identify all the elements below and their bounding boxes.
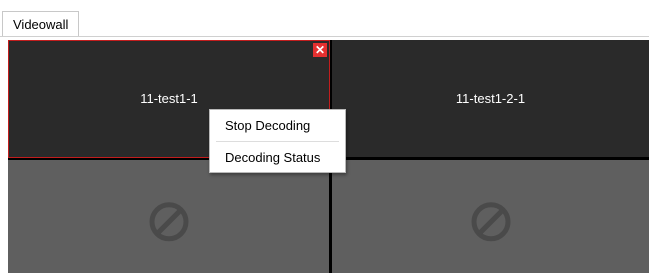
wall-cell-label: 11-test1-2-1: [455, 90, 526, 106]
context-menu: Stop Decoding Decoding Status: [209, 109, 346, 173]
tab-divider: [0, 36, 649, 37]
videowall-window: Videowall 11-test1-1 ✕ 11-test1-2-1 Stop…: [0, 0, 649, 273]
decoding-status-menu-item[interactable]: Decoding Status: [210, 143, 345, 173]
wall-cell-empty[interactable]: [332, 160, 649, 273]
tab-videowall[interactable]: Videowall: [2, 11, 80, 36]
no-signal-icon: [471, 201, 510, 241]
stop-decoding-menu-item[interactable]: Stop Decoding: [210, 111, 345, 141]
menu-divider: [216, 141, 339, 142]
close-icon[interactable]: ✕: [313, 43, 327, 57]
wall-cell-empty[interactable]: [8, 160, 329, 273]
no-signal-icon: [149, 201, 188, 241]
wall-cell-label: 11-test1-1: [140, 91, 198, 106]
wall-cell-11-test1-2-1[interactable]: 11-test1-2-1: [332, 40, 649, 157]
tab-bar: Videowall: [0, 0, 649, 40]
